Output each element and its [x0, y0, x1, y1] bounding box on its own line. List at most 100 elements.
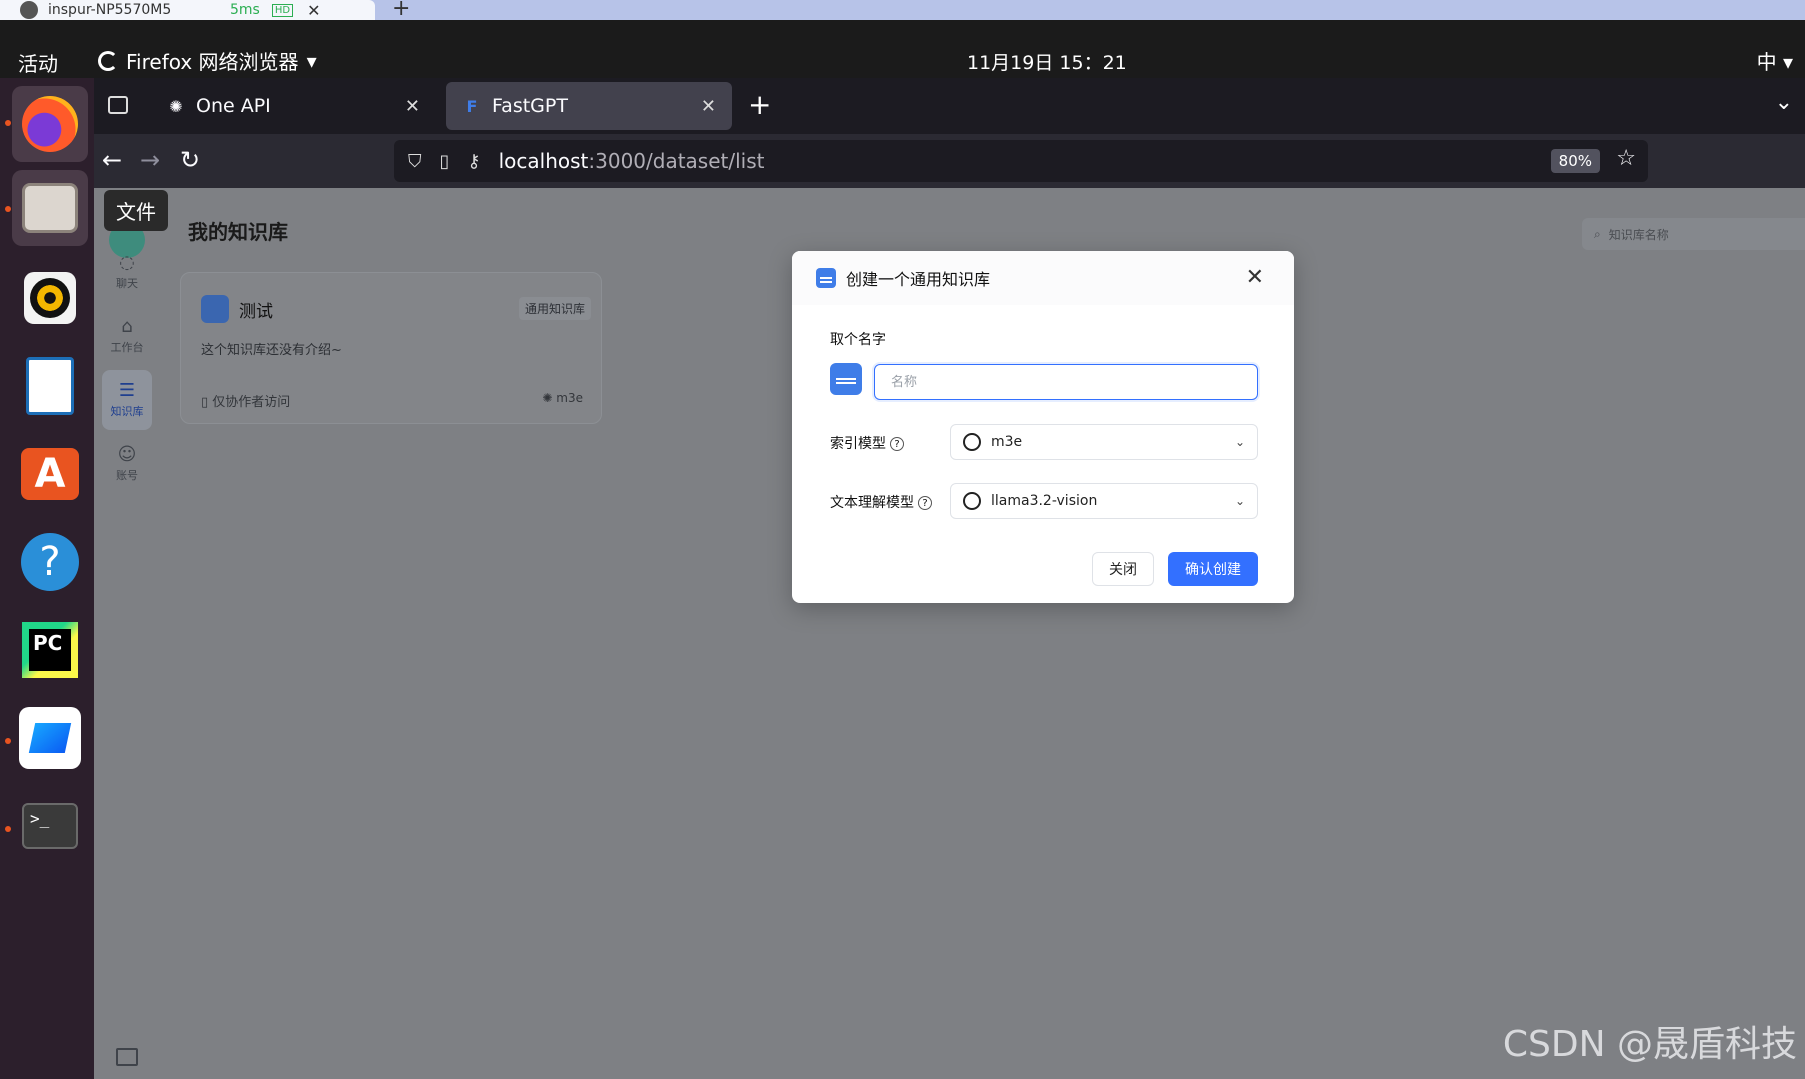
dock-todesk[interactable]	[12, 700, 88, 776]
app-menu[interactable]: Firefox 网络浏览器 ▾	[98, 46, 317, 75]
dataset-name: 测试	[239, 302, 273, 322]
nav-dataset[interactable]: ☰ 知识库	[102, 370, 152, 430]
nav-label: 聊天	[116, 277, 138, 290]
database-icon: ☰	[118, 380, 136, 401]
running-indicator	[5, 826, 11, 832]
close-icon[interactable]: ✕	[701, 96, 716, 117]
dock-software[interactable]: A	[12, 436, 88, 512]
close-icon[interactable]: ✕	[405, 96, 420, 117]
page-info-icon[interactable]: ▯	[440, 151, 450, 172]
bookmark-star-icon[interactable]: ☆	[1616, 146, 1636, 171]
add-session-icon[interactable]: +	[392, 0, 410, 21]
caret-down-icon: ▾	[306, 48, 317, 73]
nav-account[interactable]: ☺ 账号	[102, 434, 152, 494]
remote-host-icon	[20, 1, 38, 19]
tab-title: One API	[196, 95, 271, 117]
watermark: CSDN @晟盾科技	[1502, 1024, 1797, 1065]
browser-tab-strip: ✺ One API ✕ F FastGPT ✕ + ⌄	[94, 78, 1805, 134]
browser-nav-bar: ← → ↻ ⛉ ▯ ⚷ localhost:3000/dataset/list …	[94, 134, 1805, 188]
shield-icon[interactable]: ⛉	[408, 151, 422, 172]
running-indicator	[5, 738, 11, 744]
dock-tooltip: 文件	[104, 190, 168, 231]
index-model-select[interactable]: m3e ⌄	[950, 424, 1258, 460]
help-icon: ?	[21, 533, 79, 591]
close-icon[interactable]: ✕	[307, 1, 320, 20]
close-icon[interactable]: ✕	[1246, 265, 1264, 290]
chevron-down-icon[interactable]: ⌄	[1775, 90, 1793, 115]
openai-icon: ✺	[169, 96, 183, 116]
index-model-label: 索引模型?	[830, 433, 904, 453]
modal-title: 创建一个通用知识库	[846, 270, 991, 289]
remote-session-tab[interactable]: inspur-NP5570M5 5ms HD ✕	[0, 0, 375, 20]
text-model-select[interactable]: llama3.2-vision ⌄	[950, 483, 1258, 519]
url-host: localhost	[498, 149, 589, 173]
running-indicator	[5, 206, 11, 212]
chevron-down-icon: ⌄	[1234, 494, 1245, 508]
dock-rhythmbox[interactable]	[12, 260, 88, 336]
tab-title: FastGPT	[492, 95, 568, 117]
hd-badge: HD	[271, 3, 294, 17]
dock-terminal[interactable]: >_	[12, 788, 88, 864]
reload-icon[interactable]: ↻	[180, 146, 200, 174]
zoom-indicator[interactable]: 80%	[1550, 149, 1600, 173]
dataset-intro: 这个知识库还没有介绍~	[201, 343, 342, 358]
writer-icon	[26, 357, 74, 415]
running-indicator	[5, 120, 11, 126]
name-label: 取个名字	[830, 332, 886, 348]
clock[interactable]: 11月19日 15：21	[967, 48, 1127, 75]
tab-one-api[interactable]: ✺ One API ✕	[150, 82, 436, 130]
text-model-label: 文本理解模型?	[830, 492, 932, 512]
dataset-icon	[201, 295, 229, 323]
chevron-down-icon: ⌄	[1234, 435, 1245, 449]
dock-writer[interactable]	[12, 348, 88, 424]
remote-host-name: inspur-NP5570M5	[48, 2, 172, 18]
dock-pycharm[interactable]: PC	[12, 612, 88, 688]
firefox-icon	[98, 50, 118, 71]
name-input[interactable]	[874, 364, 1258, 400]
dock-files[interactable]	[12, 170, 88, 246]
url-path: :3000/dataset/list	[588, 149, 765, 173]
dataset-model: ✺ m3e	[542, 391, 583, 405]
new-tab-button[interactable]: +	[748, 88, 771, 121]
text-model-value: llama3.2-vision	[991, 493, 1098, 509]
dataset-avatar-picker[interactable]	[830, 363, 862, 395]
system-top-bar: 活动 Firefox 网络浏览器 ▾ 11月19日 15：21 中 ▾	[0, 20, 1805, 78]
side-navigation: ◌ 聊天 ⌂ 工作台 ☰ 知识库 ☺ 账号	[94, 188, 160, 1079]
back-icon[interactable]: ←	[102, 146, 122, 174]
nav-chat[interactable]: ◌ 聊天	[102, 242, 152, 302]
nav-label: 工作台	[110, 341, 144, 354]
index-model-value: m3e	[991, 434, 1023, 450]
dock-help[interactable]: ?	[12, 524, 88, 600]
forward-icon[interactable]: →	[140, 146, 160, 174]
signal-latency: 5ms	[230, 2, 260, 18]
activities-button[interactable]: 活动	[18, 48, 58, 77]
modal-header: 创建一个通用知识库	[792, 251, 1294, 305]
search-icon: ⌕	[1594, 226, 1601, 241]
dock-firefox[interactable]	[12, 86, 88, 162]
book-icon[interactable]	[116, 1048, 138, 1066]
dataset-icon	[816, 268, 836, 288]
app-menu-label: Firefox 网络浏览器	[126, 50, 299, 74]
tab-fastgpt[interactable]: F FastGPT ✕	[446, 82, 732, 130]
address-bar[interactable]: ⛉ ▯ ⚷ localhost:3000/dataset/list 80% ☆	[394, 140, 1648, 182]
cancel-button[interactable]: 关闭	[1092, 552, 1154, 586]
input-method-indicator[interactable]: 中 ▾	[1757, 46, 1793, 75]
dataset-search[interactable]: ⌕ 知识库名称	[1582, 218, 1805, 250]
nav-label: 知识库	[110, 405, 144, 418]
openai-icon	[963, 492, 981, 510]
rhythmbox-icon	[24, 272, 76, 324]
pycharm-icon: PC	[22, 622, 78, 678]
help-icon[interactable]: ?	[918, 496, 932, 510]
terminal-icon: >_	[22, 803, 78, 849]
nav-workbench[interactable]: ⌂ 工作台	[102, 306, 152, 366]
robot-icon: ⌂	[121, 316, 133, 337]
confirm-create-button[interactable]: 确认创建	[1168, 552, 1258, 586]
fastgpt-icon: F	[466, 96, 478, 116]
dataset-card[interactable]: 测试 通用知识库 这个知识库还没有介绍~ ▯ 仅协作者访问 ✺ m3e	[180, 272, 602, 424]
tab-overview-icon[interactable]	[108, 96, 128, 114]
key-icon[interactable]: ⚷	[467, 151, 480, 172]
help-icon[interactable]: ?	[890, 437, 904, 451]
nav-label: 账号	[116, 469, 138, 482]
user-icon: ☺	[117, 444, 137, 465]
search-placeholder: 知识库名称	[1608, 227, 1669, 242]
